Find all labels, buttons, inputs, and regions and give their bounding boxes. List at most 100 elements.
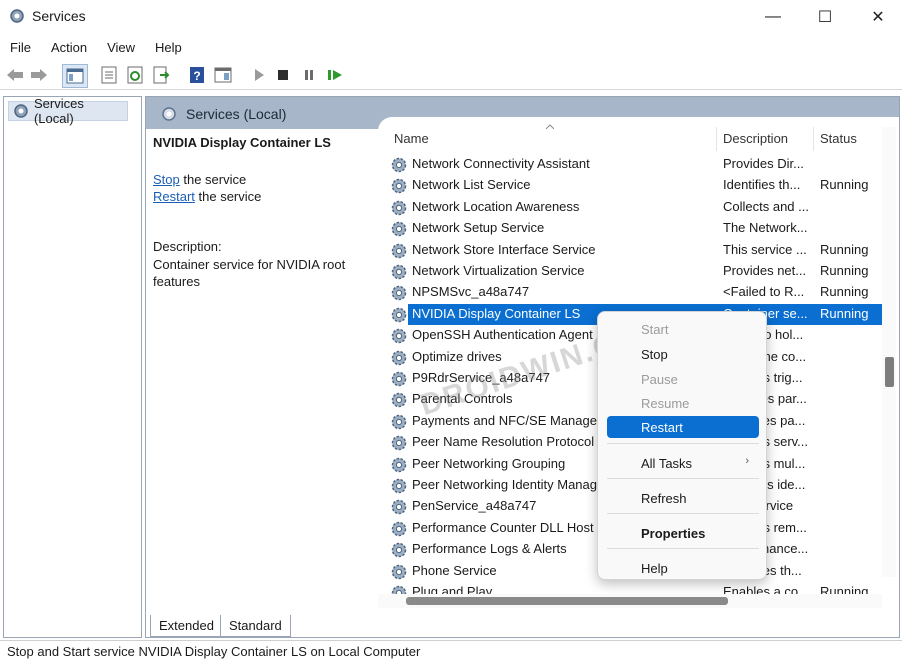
service-gear-icon <box>391 243 407 258</box>
service-description-cell: The Network... <box>723 220 808 236</box>
window-title: Services <box>32 8 86 24</box>
menu-item-resume[interactable]: Resume <box>607 392 759 414</box>
service-description-cell: Provides Dir... <box>723 156 804 171</box>
show-hide-console-tree-icon[interactable] <box>62 64 88 88</box>
restart-service-icon[interactable] <box>324 64 346 86</box>
menu-item-refresh[interactable]: Refresh <box>607 487 759 509</box>
service-gear-icon <box>391 371 407 387</box>
service-gear-icon <box>391 179 407 194</box>
pause-service-icon[interactable] <box>298 64 320 86</box>
service-gear-icon <box>391 564 407 579</box>
service-name-cell: NPSMSvc_a48a747 <box>412 284 530 300</box>
tree-item-label: Services (Local) <box>33 96 84 126</box>
horizontal-scrollbar[interactable] <box>378 594 882 608</box>
refresh-icon[interactable] <box>124 64 146 86</box>
service-name-cell: Network Virtualization Service <box>412 263 585 278</box>
menu-separator <box>607 478 759 479</box>
table-row[interactable]: Network Setup Service The Network... <box>378 218 883 239</box>
menu-item-properties[interactable]: Properties <box>607 522 759 544</box>
service-name-cell: Performance Counter DLL Host <box>412 519 594 535</box>
status-text: Stop and Start service NVIDIA Display Co… <box>7 644 421 659</box>
service-name-cell: PenService_a48a747 <box>412 498 537 514</box>
menu-item-pause[interactable]: Pause <box>607 368 759 390</box>
show-hide-action-pane-icon[interactable] <box>212 64 234 86</box>
service-name-cell: OpenSSH Authentication Agent <box>412 327 593 343</box>
restart-link-suffix: the service <box>194 189 262 204</box>
maximize-button[interactable]: ☐ <box>802 4 848 30</box>
service-gear-icon <box>391 521 407 537</box>
minimize-button[interactable]: — <box>750 4 796 30</box>
column-status-header[interactable]: Status <box>820 131 857 146</box>
column-name-header[interactable]: Name <box>394 131 429 146</box>
stop-service-link[interactable]: Stop <box>153 172 180 187</box>
properties-icon[interactable] <box>98 64 120 86</box>
description-text: Container service for NVIDIA root featur… <box>153 257 346 289</box>
column-header: Name Description Status <box>378 124 883 151</box>
table-row[interactable]: Network Connectivity Assistant Provides D… <box>378 154 883 175</box>
table-row[interactable]: Network Store Interface Service This serv… <box>378 240 883 261</box>
menu-item-stop[interactable]: Stop <box>607 343 759 365</box>
all-tasks-label: All Tasks <box>641 456 693 471</box>
table-row[interactable]: Network Location Awareness Collects and .… <box>378 197 883 218</box>
menu-item-restart[interactable]: Restart <box>607 416 759 438</box>
service-gear-icon <box>391 542 407 558</box>
tab-extended[interactable]: Extended <box>150 615 223 637</box>
service-gear-icon <box>391 350 407 365</box>
view-tabs: Extended Standard <box>146 613 899 637</box>
extended-description-panel: NVIDIA Display Container LS Stop the ser… <box>146 129 378 609</box>
table-row[interactable]: NPSMSvc_a48a747 <Failed to R... Running <box>378 282 883 303</box>
services-gear-icon <box>10 9 24 23</box>
menu-help[interactable]: Help <box>145 40 192 55</box>
service-gear-icon <box>391 500 407 515</box>
table-row[interactable]: Network List Service Identifies th... Runn… <box>378 175 883 196</box>
stop-action: Stop the service <box>153 172 246 187</box>
vertical-scroll-thumb[interactable] <box>885 357 894 387</box>
menu-file[interactable]: File <box>0 40 41 55</box>
service-gear-icon <box>391 286 407 301</box>
service-name-cell: Peer Name Resolution Protocol <box>412 434 595 450</box>
menu-item-all-tasks[interactable]: All Tasks › <box>607 452 759 474</box>
close-button[interactable]: ✕ <box>855 4 901 30</box>
menu-view[interactable]: View <box>97 40 145 55</box>
horizontal-scroll-thumb[interactable] <box>406 597 728 605</box>
service-gear-icon <box>391 328 407 344</box>
service-name-cell: Network Setup Service <box>412 220 545 236</box>
service-name-cell: Optimize drives <box>412 348 502 364</box>
forward-arrow-icon[interactable] <box>28 64 50 86</box>
menu-action[interactable]: Action <box>41 40 97 55</box>
menu-item-help[interactable]: Help <box>607 557 759 579</box>
menu-separator <box>607 443 759 444</box>
column-description-header[interactable]: Description <box>723 131 788 146</box>
service-name-cell: Peer Networking Identity Manager <box>412 477 609 492</box>
start-service-icon[interactable] <box>248 64 270 86</box>
description-label: Description: <box>153 239 222 254</box>
context-menu: Start Stop Pause Resume Restart All Task… <box>597 311 767 580</box>
selected-service-title: NVIDIA Display Container LS <box>153 135 331 150</box>
service-description-cell: <Failed to R... <box>723 284 805 300</box>
pane-title: Services (Local) <box>186 106 287 122</box>
vertical-scrollbar[interactable] <box>882 127 896 577</box>
table-row[interactable]: Network Virtualization Service Provides n… <box>378 261 883 282</box>
stop-link-suffix: the service <box>179 172 247 187</box>
service-gear-icon <box>391 457 407 472</box>
export-list-icon[interactable] <box>150 64 172 86</box>
status-bar: Stop and Start service NVIDIA Display Co… <box>0 640 902 663</box>
service-name-cell: Network Store Interface Service <box>412 241 596 257</box>
service-name-cell: Network List Service <box>412 177 531 193</box>
title-bar: Services — ☐ ✕ <box>0 0 902 34</box>
service-description-cell: Provides net... <box>723 263 807 278</box>
service-name-cell: Network Location Awareness <box>412 198 580 214</box>
menu-item-start[interactable]: Start <box>607 318 759 340</box>
svg-text:?: ? <box>193 69 200 83</box>
tab-standard[interactable]: Standard <box>220 615 291 637</box>
tree-item-services-local[interactable]: Services (Local) <box>8 96 128 126</box>
service-gear-icon <box>391 393 407 408</box>
sort-ascending-icon <box>546 124 554 129</box>
services-gear-icon <box>162 107 176 121</box>
restart-service-link[interactable]: Restart <box>153 189 195 204</box>
service-gear-icon <box>391 307 407 323</box>
back-arrow-icon[interactable] <box>4 64 26 86</box>
service-name-cell: Peer Networking Grouping <box>412 455 566 471</box>
help-icon[interactable]: ? <box>186 64 208 86</box>
stop-service-icon[interactable] <box>272 64 294 86</box>
